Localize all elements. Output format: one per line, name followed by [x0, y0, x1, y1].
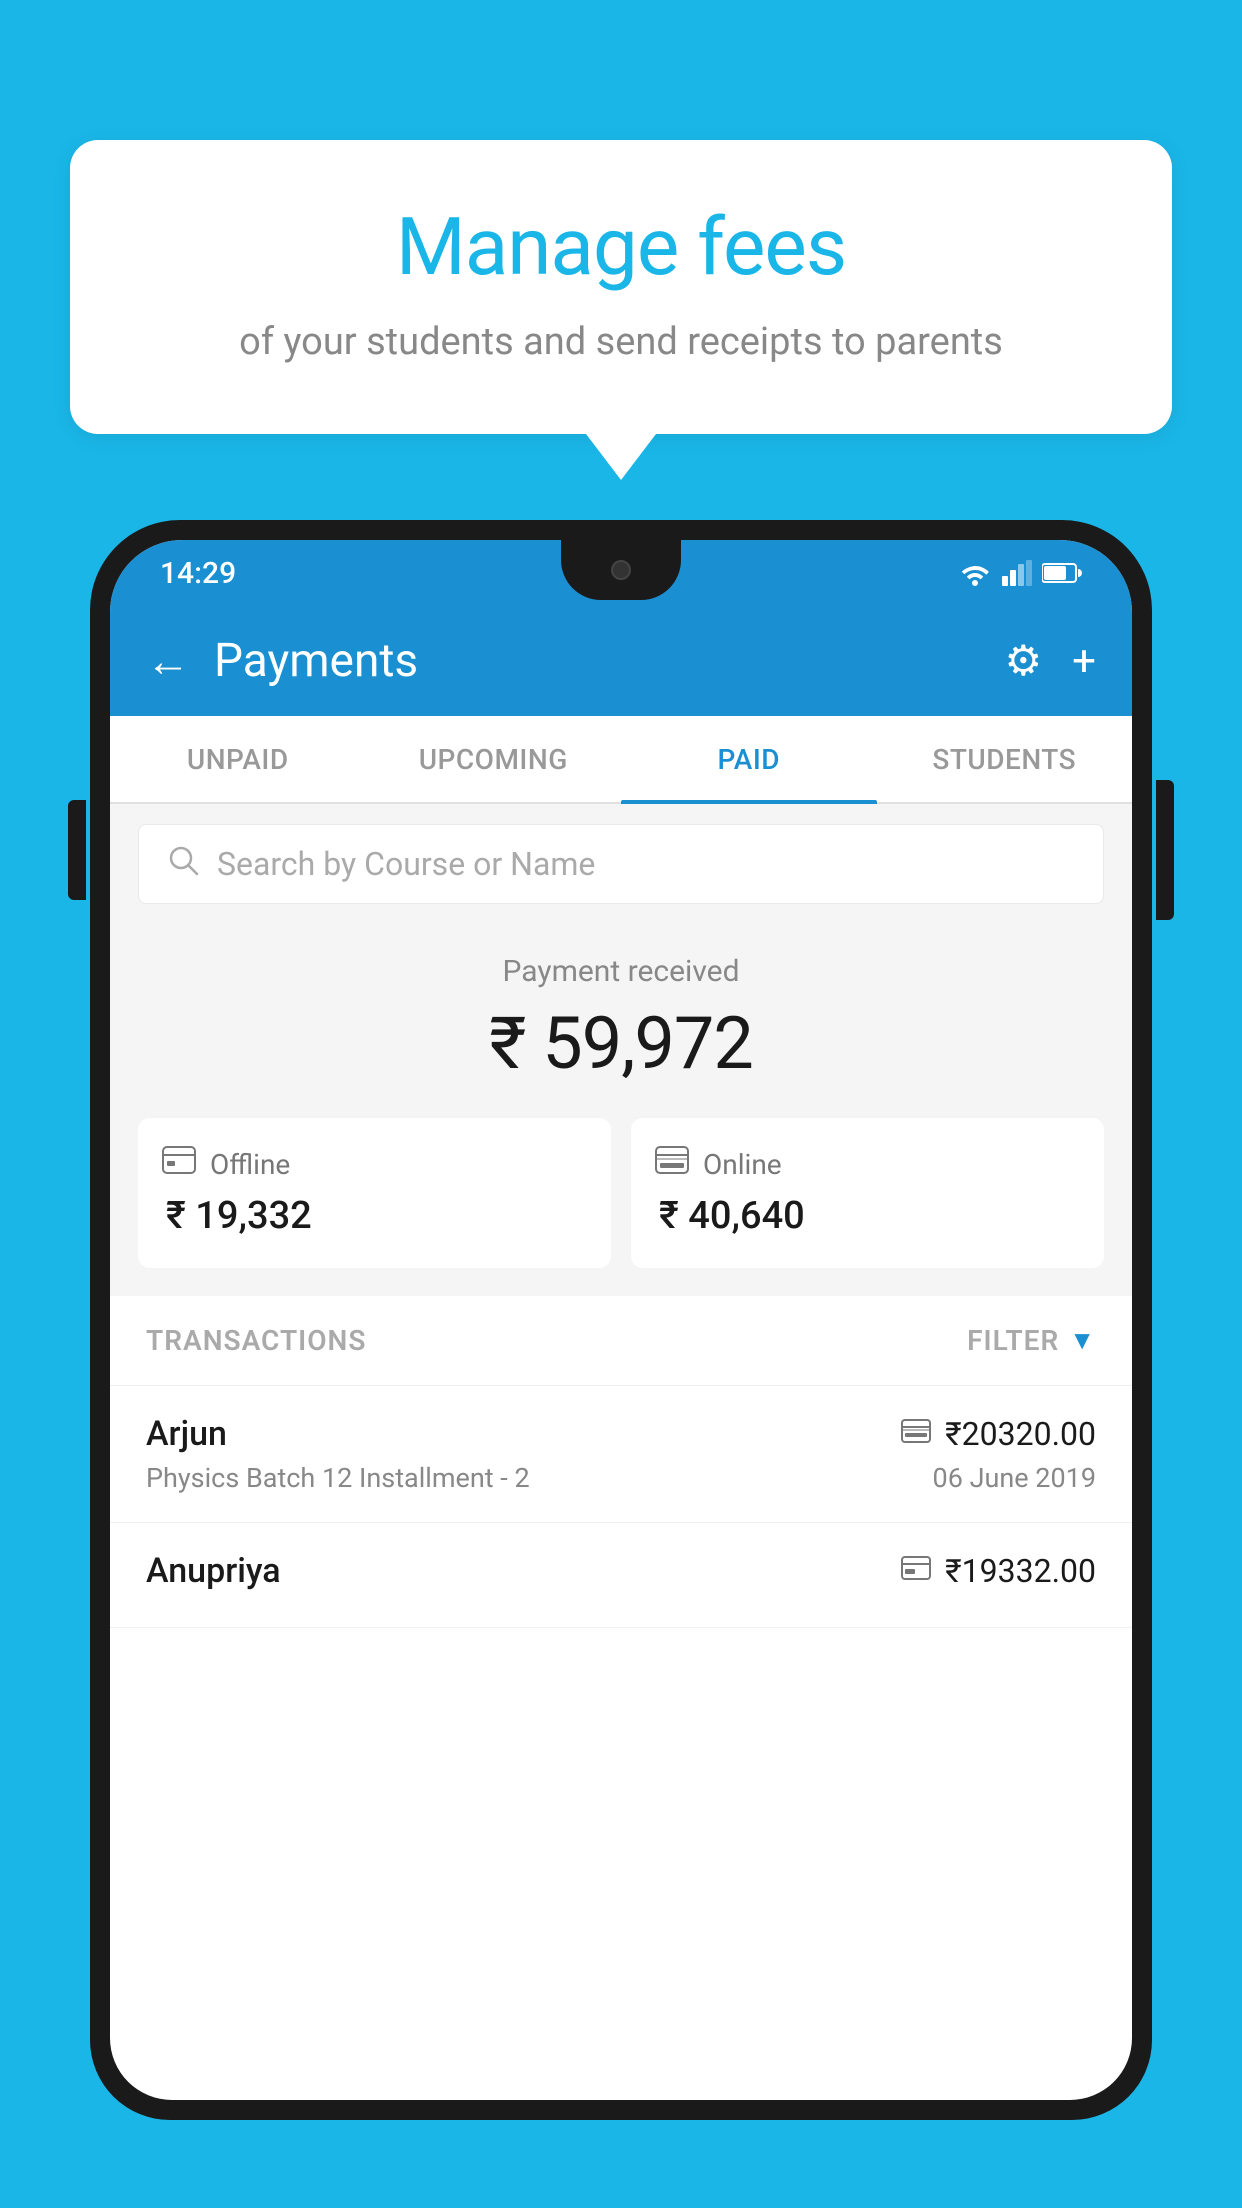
- speech-bubble-subtitle: of your students and send receipts to pa…: [130, 316, 1112, 369]
- tab-unpaid[interactable]: UNPAID: [110, 716, 366, 802]
- camera: [611, 560, 631, 580]
- speech-bubble: Manage fees of your students and send re…: [70, 140, 1172, 434]
- transaction-name: Arjun: [146, 1414, 227, 1454]
- transactions-header: TRANSACTIONS FILTER ▼: [110, 1296, 1132, 1386]
- app-bar-actions: ⚙ +: [1005, 636, 1097, 686]
- transaction-top-2: Anupriya ₹19332.00: [146, 1551, 1096, 1591]
- offline-card-header: Offline: [162, 1146, 587, 1182]
- tabs: UNPAID UPCOMING PAID STUDENTS: [110, 716, 1132, 804]
- transaction-row: Anupriya ₹19332.00: [110, 1523, 1132, 1628]
- tab-paid[interactable]: PAID: [621, 716, 877, 802]
- transaction-amount-wrapper: ₹20320.00: [901, 1415, 1096, 1453]
- phone-wrapper: 14:29: [90, 520, 1152, 2208]
- search-placeholder: Search by Course or Name: [217, 845, 595, 883]
- speech-bubble-container: Manage fees of your students and send re…: [70, 140, 1172, 434]
- transaction-amount-2: ₹19332.00: [945, 1552, 1096, 1590]
- cards-row: Offline ₹ 19,332: [110, 1118, 1132, 1296]
- transaction-amount-wrapper-2: ₹19332.00: [901, 1552, 1096, 1590]
- transaction-name-2: Anupriya: [146, 1551, 281, 1591]
- speech-bubble-title: Manage fees: [130, 200, 1112, 294]
- app-bar: ← Payments ⚙ +: [110, 606, 1132, 716]
- filter-button[interactable]: FILTER ▼: [967, 1324, 1096, 1357]
- payment-received-amount: ₹ 59,972: [138, 1001, 1104, 1086]
- tab-upcoming[interactable]: UPCOMING: [366, 716, 622, 802]
- phone-outer: 14:29: [90, 520, 1152, 2120]
- tab-students[interactable]: STUDENTS: [877, 716, 1133, 802]
- notch: [561, 540, 681, 600]
- transactions-label: TRANSACTIONS: [146, 1324, 366, 1357]
- offline-payment-card: Offline ₹ 19,332: [138, 1118, 611, 1268]
- online-card-header: Online: [655, 1146, 1080, 1182]
- online-amount: ₹ 40,640: [655, 1194, 1080, 1238]
- search-bar[interactable]: Search by Course or Name: [138, 824, 1104, 904]
- status-bar: 14:29: [110, 540, 1132, 606]
- status-icons: [958, 560, 1082, 586]
- transaction-date: 06 June 2019: [933, 1462, 1096, 1494]
- search-container: Search by Course or Name: [110, 804, 1132, 924]
- offline-label: Offline: [210, 1148, 290, 1181]
- online-label: Online: [703, 1148, 782, 1181]
- filter-icon: ▼: [1069, 1325, 1096, 1356]
- app-title: Payments: [214, 634, 1005, 688]
- transaction-top: Arjun ₹20320.00: [146, 1414, 1096, 1454]
- offline-icon: [162, 1146, 196, 1182]
- payment-summary: Payment received ₹ 59,972: [110, 924, 1132, 1118]
- transaction-online-icon: [901, 1419, 931, 1450]
- payment-received-label: Payment received: [138, 954, 1104, 989]
- filter-label: FILTER: [967, 1324, 1059, 1357]
- online-payment-card: Online ₹ 40,640: [631, 1118, 1104, 1268]
- transaction-row: Arjun ₹20320.00: [110, 1386, 1132, 1523]
- phone-inner: 14:29: [110, 540, 1132, 2100]
- online-icon: [655, 1146, 689, 1182]
- transaction-offline-icon: [901, 1556, 931, 1587]
- wifi-icon: [958, 560, 992, 586]
- status-time: 14:29: [160, 556, 236, 591]
- signal-icon: [1002, 560, 1032, 586]
- settings-button[interactable]: ⚙: [1005, 636, 1043, 686]
- transaction-course: Physics Batch 12 Installment - 2: [146, 1462, 530, 1494]
- offline-amount: ₹ 19,332: [162, 1194, 587, 1238]
- search-icon: [167, 844, 199, 885]
- transaction-amount: ₹20320.00: [945, 1415, 1096, 1453]
- battery-icon: [1042, 562, 1082, 584]
- back-button[interactable]: ←: [146, 639, 190, 683]
- transaction-bottom: Physics Batch 12 Installment - 2 06 June…: [146, 1462, 1096, 1494]
- add-button[interactable]: +: [1072, 637, 1096, 686]
